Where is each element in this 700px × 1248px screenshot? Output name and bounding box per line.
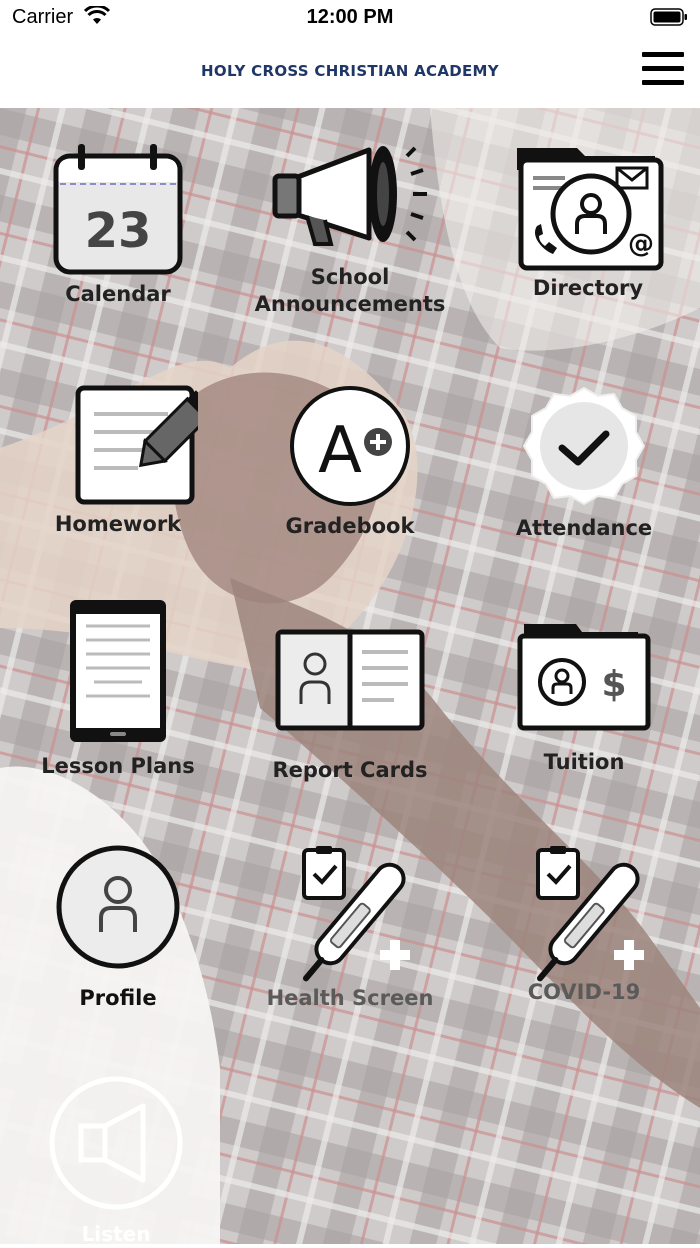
covid-19-tile[interactable]: COVID-19: [484, 844, 684, 1006]
lesson-plans-tile[interactable]: Lesson Plans: [18, 596, 218, 780]
speaker-icon: [49, 1076, 183, 1210]
calendar-icon: 23: [53, 144, 183, 275]
tile-label: COVID-19: [527, 980, 641, 1004]
tile-label: Directory: [532, 276, 644, 300]
svg-text:$: $: [601, 664, 626, 705]
calendar-day-number: 23: [85, 203, 152, 259]
menu-bar: [642, 66, 684, 71]
tile-label: Homework: [54, 512, 182, 536]
page-title: HOLY CROSS CHRISTIAN ACADEMY: [201, 62, 499, 80]
gradebook-tile[interactable]: A Gradebook: [250, 384, 450, 540]
status-bar: Carrier 12:00 PM: [0, 0, 700, 36]
tile-label: Health Screen: [266, 986, 434, 1010]
tile-label: Lesson Plans: [41, 754, 195, 778]
homework-tile[interactable]: Homework: [18, 384, 218, 538]
tablet-icon: [70, 600, 166, 742]
app-header: HOLY CROSS CHRISTIAN ACADEMY: [0, 36, 700, 108]
tile-label: Gradebook: [285, 514, 415, 538]
clock: 12:00 PM: [306, 6, 394, 28]
tile-label: Report Cards: [272, 758, 428, 782]
tile-label: Profile: [79, 986, 157, 1010]
thermometer-clipboard-icon: [536, 846, 644, 982]
homework-icon: [75, 385, 198, 505]
directory-card-icon: @: [517, 148, 664, 271]
report-book-icon: [275, 629, 425, 731]
announcements-tile[interactable]: School Announcements: [250, 134, 450, 318]
calendar-tile[interactable]: 23 Calendar: [18, 142, 218, 308]
svg-text:@: @: [628, 229, 654, 259]
hamburger-menu-button[interactable]: [642, 52, 684, 88]
profile-tile[interactable]: Profile: [18, 844, 218, 1012]
grade-letter: A: [318, 414, 362, 488]
directory-tile[interactable]: @ Directory: [488, 134, 688, 302]
checkmark-badge-icon: [522, 386, 646, 506]
menu-bar: [642, 80, 684, 85]
tile-label: Attendance: [515, 516, 653, 540]
tile-label: School Announcements: [254, 265, 446, 316]
health-screen-tile[interactable]: Health Screen: [250, 844, 450, 1012]
tile-label: Tuition: [543, 750, 625, 774]
battery-icon: [650, 8, 687, 26]
tuition-folder-icon: $: [517, 624, 651, 731]
tile-label: Calendar: [65, 282, 171, 306]
menu-bar: [642, 52, 684, 57]
attendance-tile[interactable]: Attendance: [484, 382, 684, 542]
profile-icon: [56, 845, 180, 969]
listen-button[interactable]: Listen: [46, 1074, 186, 1246]
tuition-tile[interactable]: $ Tuition: [484, 620, 684, 776]
megaphone-icon: [272, 146, 427, 246]
report-cards-tile[interactable]: Report Cards: [250, 628, 450, 784]
grade-a-plus-icon: A: [290, 386, 410, 506]
thermometer-clipboard-icon: [302, 846, 410, 982]
